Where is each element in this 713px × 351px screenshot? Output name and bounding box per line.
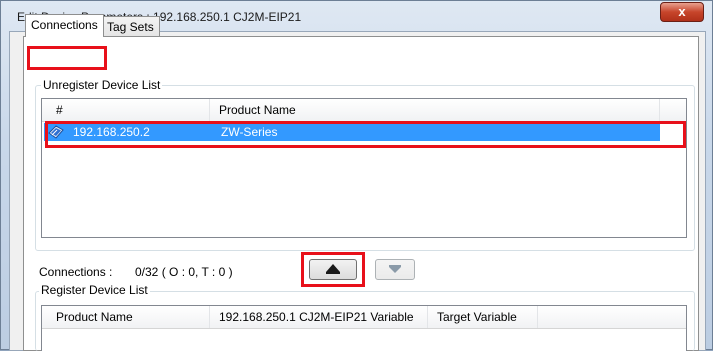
- unregister-button[interactable]: [375, 259, 415, 280]
- unregister-device-list[interactable]: # Product Name 192.168.250.2 ZW-Series: [41, 98, 687, 238]
- column-separator[interactable]: [427, 306, 428, 328]
- row-highlight-box: [45, 121, 686, 148]
- unregister-arrow-icon: [389, 265, 401, 273]
- close-icon: x: [678, 4, 686, 19]
- column-header-product-name[interactable]: Product Name: [219, 103, 296, 117]
- column-separator[interactable]: [537, 306, 538, 328]
- column-header-target-variable[interactable]: Target Variable: [437, 310, 517, 324]
- button-highlight-box: [301, 252, 365, 287]
- column-header-product-name[interactable]: Product Name: [56, 310, 133, 324]
- tab-tag-sets[interactable]: Tag Sets: [101, 16, 160, 36]
- register-list-header: Product Name 192.168.250.1 CJ2M-EIP21 Va…: [42, 306, 686, 329]
- connections-label: Connections :: [39, 265, 113, 279]
- dialog-window: Edit Device Parameters : 192.168.250.1 C…: [0, 0, 713, 351]
- tab-tag-sets-label: Tag Sets: [107, 20, 154, 34]
- unregister-list-header: # Product Name: [42, 99, 686, 122]
- column-separator[interactable]: [209, 306, 210, 328]
- register-device-list[interactable]: Product Name 192.168.250.1 CJ2M-EIP21 Va…: [41, 305, 687, 351]
- unregister-group-label: Unregister Device List: [41, 78, 163, 92]
- tab-highlight-box: [27, 46, 107, 70]
- tab-connections-label: Connections: [31, 18, 98, 32]
- register-group-label: Register Device List: [39, 283, 150, 297]
- column-separator[interactable]: [659, 99, 660, 121]
- column-separator[interactable]: [209, 99, 210, 121]
- column-header-number[interactable]: #: [56, 103, 63, 117]
- connections-count: 0/32 ( O : 0, T : 0 ): [135, 265, 233, 279]
- column-header-plc-variable[interactable]: 192.168.250.1 CJ2M-EIP21 Variable: [219, 310, 414, 324]
- tab-connections[interactable]: Connections: [25, 14, 104, 37]
- close-button[interactable]: x: [660, 2, 704, 22]
